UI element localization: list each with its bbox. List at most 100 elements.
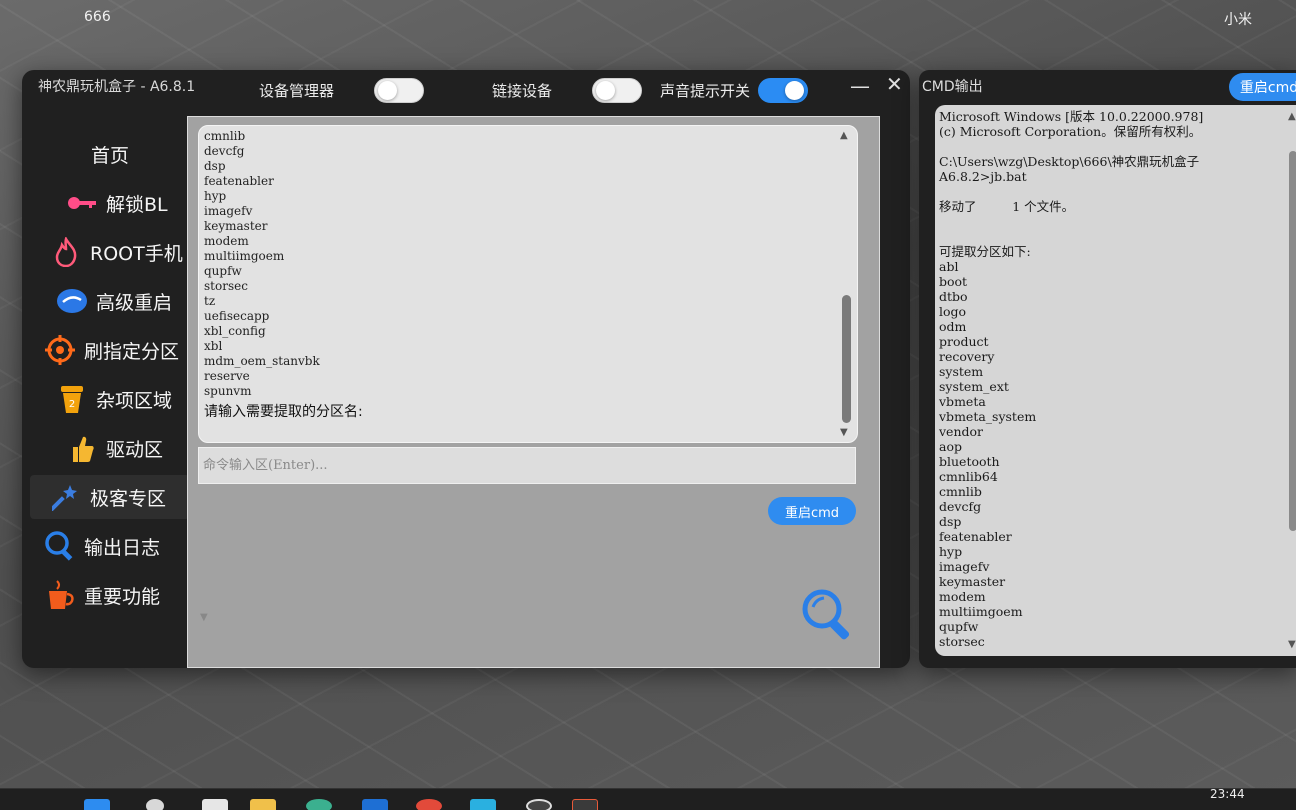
console-line: cmnlib — [204, 129, 246, 143]
console-scrollbar[interactable]: ▲ ▼ — [839, 130, 853, 438]
cmd-line: boot — [939, 274, 968, 289]
fire-icon — [50, 237, 82, 267]
close-button[interactable]: ✕ — [886, 72, 903, 96]
sound-toggle-group: 声音提示开关 — [660, 78, 809, 103]
app-icon-2[interactable] — [470, 799, 496, 810]
target-icon — [44, 335, 76, 365]
cmd-restart-button[interactable]: 重启cmd — [1229, 73, 1296, 101]
cmd-line: vendor — [939, 424, 984, 439]
link-device-toggle[interactable] — [592, 78, 643, 103]
desktop-label-left: 666 — [84, 9, 111, 25]
cmd-line: C:\Users\wzg\Desktop\666\神农鼎玩机盒子 — [939, 154, 1200, 169]
device-manager-label: 设备管理器 — [259, 82, 335, 100]
app-icon-3[interactable] — [526, 799, 552, 810]
device-manager-toggle[interactable] — [374, 78, 425, 103]
sidebar-item-driver[interactable]: 驱动区 — [30, 426, 190, 470]
cmd-line: 移动了 1 个文件。 — [939, 199, 1075, 214]
command-input[interactable] — [198, 447, 856, 484]
cmd-line — [939, 229, 1203, 244]
reboot-icon — [56, 286, 88, 316]
cmd-line: devcfg — [939, 499, 982, 514]
active-app-icon[interactable] — [572, 799, 598, 810]
toggle-knob — [785, 81, 805, 100]
task-view-icon[interactable] — [202, 799, 228, 810]
app-title: 神农鼎玩机盒子 - A6.8.1 — [38, 79, 196, 95]
console-line: devcfg — [204, 144, 245, 158]
store-icon[interactable] — [362, 799, 388, 810]
sidebar-item-root[interactable]: ROOT手机 — [30, 230, 190, 274]
cmd-line: dsp — [939, 514, 962, 529]
sound-label: 声音提示开关 — [660, 82, 751, 100]
scroll-down-arrow-icon[interactable]: ▼ — [1288, 639, 1296, 650]
edge-browser-icon[interactable] — [306, 799, 332, 810]
clock-time[interactable]: 23:44 — [1210, 787, 1245, 801]
link-device-label: 链接设备 — [492, 82, 553, 100]
sidebar-item-label: 重要功能 — [84, 585, 161, 608]
sidebar-item-important[interactable]: 重要功能 — [30, 573, 190, 617]
cmd-line: cmnlib — [939, 484, 982, 499]
cmd-line: dtbo — [939, 289, 968, 304]
scroll-thumb[interactable] — [1289, 151, 1296, 531]
console-output: cmnlib devcfg dsp featenabler hyp imagefv keym… — [198, 125, 858, 443]
cmd-line: hyp — [939, 544, 963, 559]
console-line: reserve — [204, 369, 250, 383]
app-icon[interactable] — [416, 799, 442, 810]
sidebar-item-label: 输出日志 — [84, 536, 161, 559]
svg-text:2: 2 — [69, 399, 75, 410]
sidebar-item-label: 首页 — [90, 144, 129, 167]
sidebar-item-flash-partition[interactable]: 刷指定分区 — [30, 328, 190, 372]
sidebar-item-label: ROOT手机 — [90, 242, 183, 265]
console-line: mdm_oem_stanvbk — [204, 354, 320, 368]
console-line: dsp — [204, 159, 226, 173]
cmd-line: odm — [939, 319, 967, 334]
cmd-line: product — [939, 334, 989, 349]
cmd-line: A6.8.2>jb.bat — [939, 169, 1027, 184]
console-lines: cmnlib devcfg dsp featenabler hyp imagefv keym… — [204, 129, 834, 420]
sidebar-item-geek[interactable]: 极客专区 — [30, 475, 190, 519]
minimize-button[interactable]: — — [850, 74, 870, 98]
sidebar-item-label: 高级重启 — [96, 291, 173, 314]
sidebar-item-label: 驱动区 — [106, 438, 164, 461]
cmd-line: cmnlib64 — [939, 469, 998, 484]
toggle-knob — [596, 81, 616, 100]
console-line: xbl_config — [204, 324, 266, 338]
cmd-scrollbar[interactable]: ▲ ▼ — [1287, 111, 1296, 650]
restart-cmd-button[interactable]: 重启cmd — [768, 497, 856, 525]
scroll-up-arrow-icon[interactable]: ▲ — [1288, 111, 1296, 122]
file-explorer-icon[interactable] — [250, 799, 276, 810]
search-icon[interactable] — [146, 799, 164, 810]
sidebar-item-advanced-reboot[interactable]: 高级重启 — [30, 279, 190, 323]
magnifier-icon[interactable] — [798, 585, 860, 651]
tea-icon — [44, 580, 76, 610]
search-icon — [44, 531, 76, 561]
cmd-line: bluetooth — [939, 454, 1000, 469]
collapse-arrow-icon[interactable]: ▼ — [200, 612, 208, 623]
console-line: spunvm — [204, 384, 252, 398]
taskbar: 23:44 — [0, 787, 1296, 810]
console-line: featenabler — [204, 174, 274, 188]
cmd-line: (c) Microsoft Corporation。保留所有权利。 — [939, 124, 1202, 139]
scroll-down-arrow-icon[interactable]: ▼ — [840, 427, 848, 438]
sidebar-item-label: 刷指定分区 — [84, 340, 180, 363]
magic-wand-icon — [50, 482, 82, 512]
cmd-line: Microsoft Windows [版本 10.0.22000.978] — [939, 109, 1204, 124]
cmd-line: aop — [939, 439, 962, 454]
windows-start-icon[interactable] — [84, 799, 110, 810]
scroll-thumb[interactable] — [842, 295, 851, 423]
device-manager-toggle-group: 设备管理器 — [259, 78, 425, 103]
sidebar-item-unlock-bl[interactable]: 解锁BL — [30, 181, 190, 225]
cmd-line: modem — [939, 589, 986, 604]
sound-toggle[interactable] — [758, 78, 809, 103]
scroll-up-arrow-icon[interactable]: ▲ — [840, 130, 848, 141]
sidebar-item-home[interactable]: 首页 — [30, 132, 190, 176]
console-line: tz — [204, 294, 216, 308]
console-line: multiimgoem — [204, 249, 285, 263]
sidebar-item-misc[interactable]: 2 杂项区域 — [30, 377, 190, 421]
console-line: xbl — [204, 339, 223, 353]
desktop-label-right: 小米 — [1224, 12, 1252, 28]
main-app-window: 神农鼎玩机盒子 - A6.8.1 设备管理器 链接设备 声音提示开关 — ✕ 首… — [22, 70, 910, 668]
cmd-line: system_ext — [939, 379, 1009, 394]
console-line: uefisecapp — [204, 309, 270, 323]
cmd-line: abl — [939, 259, 959, 274]
sidebar-item-output-log[interactable]: 输出日志 — [30, 524, 190, 568]
